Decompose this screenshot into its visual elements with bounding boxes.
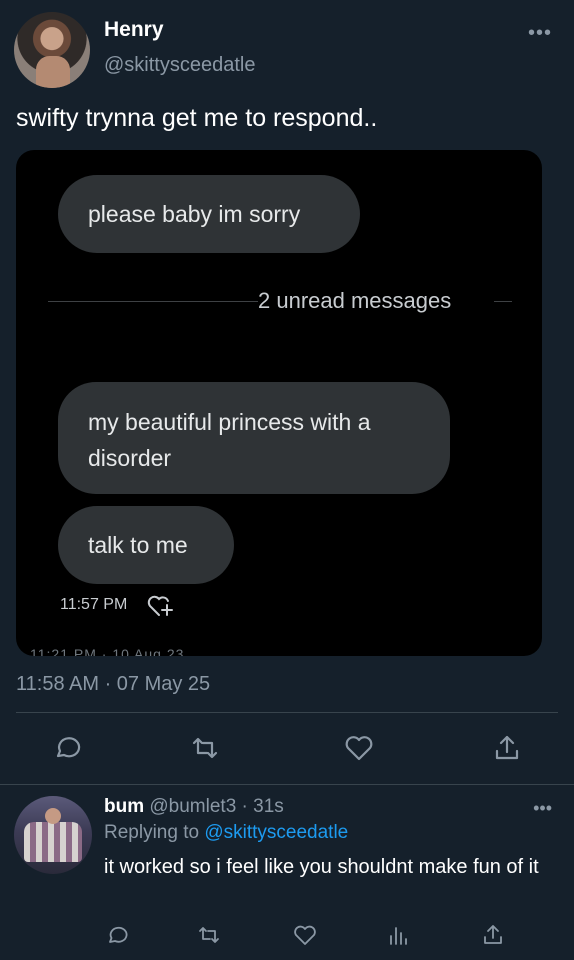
message-bubble: please baby im sorry <box>58 175 360 253</box>
author-name[interactable]: Henry <box>104 18 164 42</box>
reply-icon[interactable] <box>50 731 84 765</box>
reply-header: bum @bumlet3 · 31s <box>104 796 284 818</box>
retweet-icon[interactable] <box>196 922 222 948</box>
message-time: 11:57 PM <box>60 596 128 613</box>
like-icon[interactable] <box>292 922 318 948</box>
divider <box>0 784 574 785</box>
reply-author-name[interactable]: bum <box>104 796 144 817</box>
tweet-timestamp[interactable]: 11:58 AM · 07 May 25 <box>16 673 210 696</box>
like-icon[interactable] <box>342 731 376 765</box>
author-avatar[interactable] <box>14 12 90 88</box>
retweet-icon[interactable] <box>188 731 222 765</box>
views-icon[interactable] <box>386 922 412 948</box>
message-bubble: talk to me <box>58 506 234 584</box>
replying-to-mention[interactable]: @skittysceedatle <box>204 822 348 843</box>
tweet-text: swifty trynna get me to respond.. <box>16 104 378 132</box>
reply-meta: @bumlet3 · 31s <box>149 796 284 817</box>
replying-label: Replying to <box>104 822 200 843</box>
share-icon[interactable] <box>490 731 524 765</box>
replying-to: Replying to @skittysceedatle <box>104 822 348 844</box>
unread-divider-line <box>494 301 512 302</box>
message-bubble: my beautiful princess with a disorder <box>58 382 450 494</box>
more-horizontal-icon[interactable]: ••• <box>533 798 552 819</box>
reply-icon[interactable] <box>104 922 130 948</box>
divider <box>16 712 558 713</box>
add-reaction-icon <box>147 595 173 616</box>
unread-divider-line <box>48 301 258 302</box>
reply-text: it worked so i feel like you shouldnt ma… <box>104 856 539 878</box>
share-icon[interactable] <box>480 922 506 948</box>
more-horizontal-icon[interactable]: ••• <box>528 22 552 45</box>
unread-messages-label: 2 unread messages <box>258 288 452 313</box>
reply-avatar[interactable] <box>14 796 92 874</box>
cutoff-timestamp: 11:21 PM · 10 Aug 23 <box>30 646 185 656</box>
tweet-media[interactable]: please baby im sorry 2 unread messages m… <box>16 150 542 656</box>
author-handle[interactable]: @skittysceedatle <box>104 54 255 77</box>
